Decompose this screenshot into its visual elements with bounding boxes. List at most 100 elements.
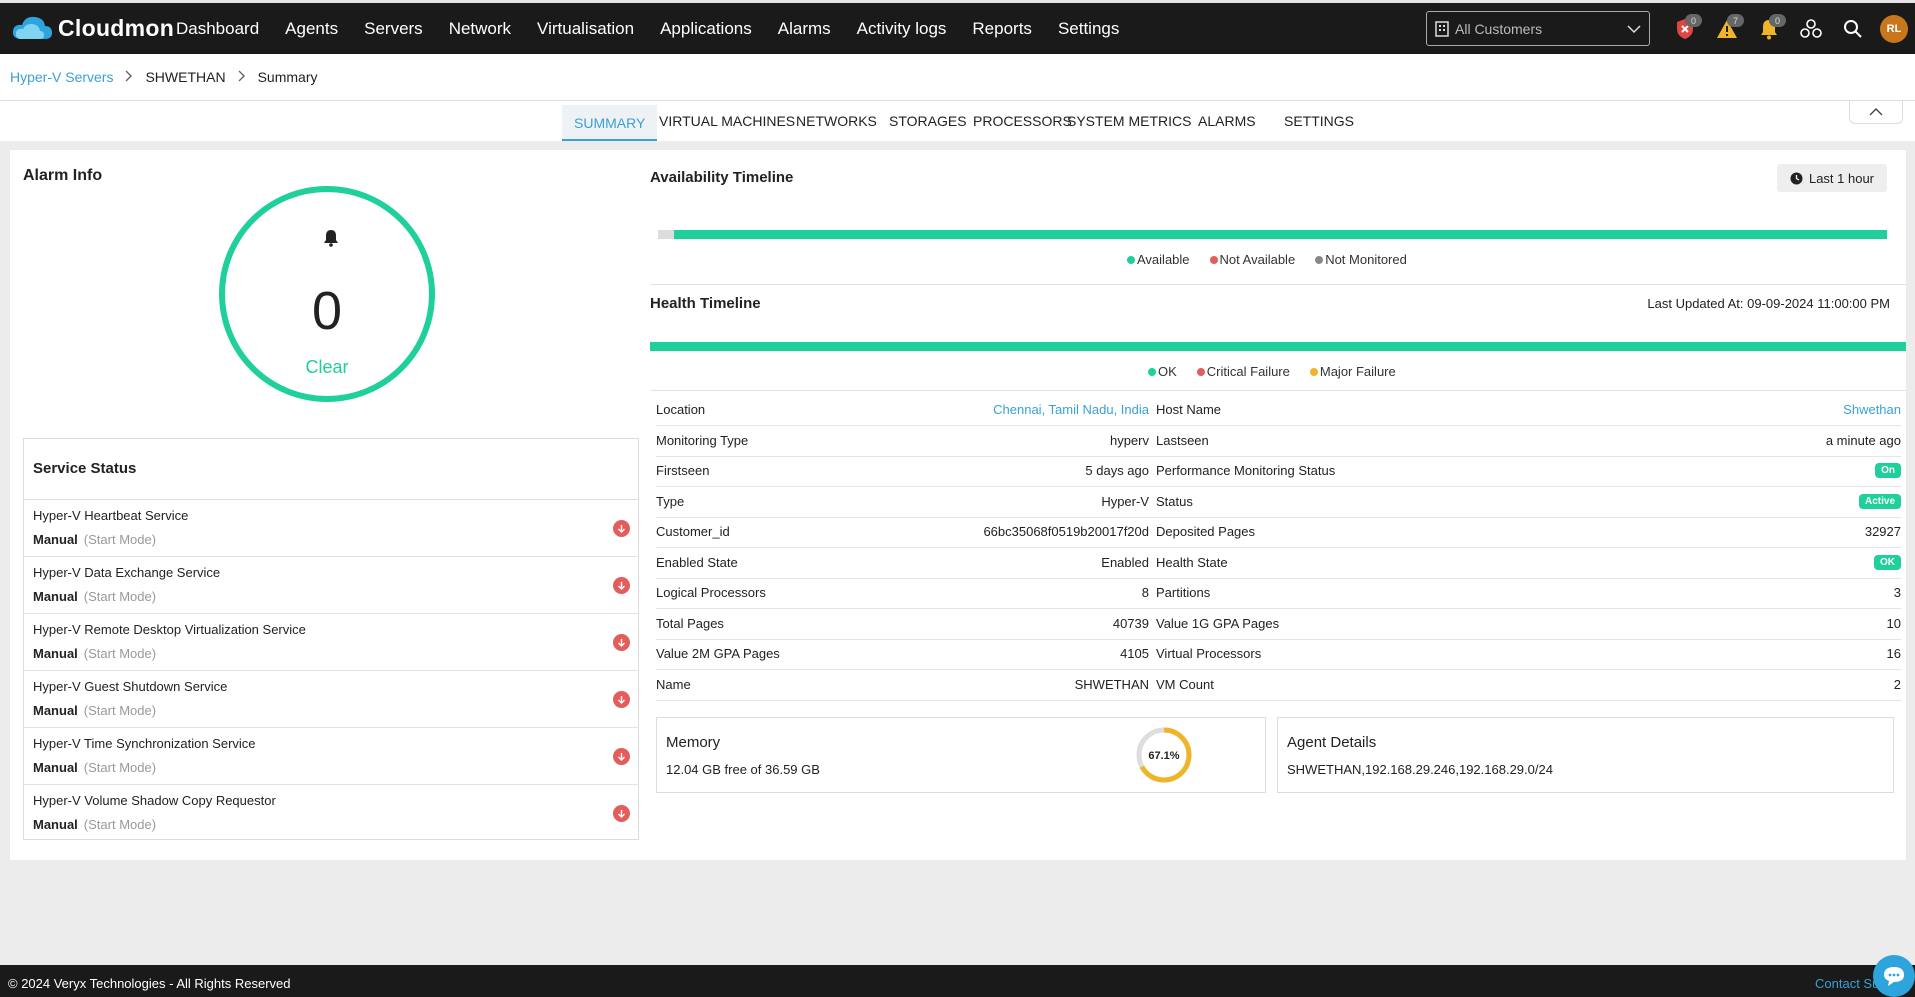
last-updated: Last Updated At: 09-09-2024 11:00:00 PM bbox=[1647, 296, 1890, 311]
service-down-icon bbox=[613, 634, 630, 651]
tab-processors[interactable]: PROCESSORS bbox=[973, 113, 1072, 141]
service-status-title: Service Status bbox=[24, 439, 638, 500]
nav-agents[interactable]: Agents bbox=[285, 19, 338, 39]
detail-key: Value 1G GPA Pages bbox=[1156, 615, 1280, 631]
legend-available: Available bbox=[1127, 252, 1190, 267]
building-icon bbox=[1435, 20, 1449, 37]
integrations-button[interactable] bbox=[1796, 14, 1826, 44]
alarm-ring[interactable]: 0 Clear bbox=[219, 186, 435, 402]
service-name: Hyper-V Heartbeat Service bbox=[33, 508, 189, 523]
top-navbar: Cloudmon Dashboard Agents Servers Networ… bbox=[0, 0, 1915, 54]
notifications-button[interactable]: 0 bbox=[1754, 14, 1786, 44]
nav-settings[interactable]: Settings bbox=[1058, 19, 1119, 39]
service-down-icon bbox=[613, 748, 630, 765]
memory-title: Memory bbox=[666, 734, 721, 751]
detail-value: 10 bbox=[1886, 615, 1901, 631]
service-mode: Manual (Start Mode) bbox=[33, 760, 157, 775]
nav-activity-logs[interactable]: Activity logs bbox=[857, 19, 947, 39]
memory-gauge: 67.1% bbox=[1136, 727, 1192, 783]
nav-applications[interactable]: Applications bbox=[660, 19, 752, 39]
time-range-button[interactable]: Last 1 hour bbox=[1777, 164, 1887, 192]
agent-info: SHWETHAN,192.168.29.246,192.168.29.0/24 bbox=[1287, 762, 1553, 777]
breadcrumb-server[interactable]: SHWETHAN bbox=[145, 69, 225, 85]
tab-bar: SUMMARY VIRTUAL MACHINES NETWORKS STORAG… bbox=[0, 101, 1915, 141]
breadcrumb-hyperv-servers[interactable]: Hyper-V Servers bbox=[10, 69, 113, 85]
chevron-down-icon bbox=[1627, 24, 1641, 33]
detail-key: Value 2M GPA Pages bbox=[656, 646, 780, 661]
detail-key: Customer_id bbox=[656, 524, 730, 539]
brand-logo[interactable]: Cloudmon bbox=[10, 13, 174, 43]
service-mode: Manual (Start Mode) bbox=[33, 817, 157, 832]
nav-alarms[interactable]: Alarms bbox=[778, 19, 831, 39]
bell-icon bbox=[324, 230, 338, 247]
nav-servers[interactable]: Servers bbox=[364, 19, 423, 39]
user-avatar[interactable]: RL bbox=[1880, 15, 1908, 43]
nav-virtualisation[interactable]: Virtualisation bbox=[537, 19, 634, 39]
customer-select[interactable]: All Customers bbox=[1426, 11, 1650, 46]
warning-alert-button[interactable]: 7 bbox=[1712, 14, 1744, 44]
tab-system-metrics[interactable]: SYSTEM METRICS bbox=[1067, 113, 1191, 141]
detail-key: Performance Monitoring Status bbox=[1156, 463, 1336, 478]
service-down-icon bbox=[613, 577, 630, 594]
legend-not-monitored: Not Monitored bbox=[1315, 252, 1407, 267]
table-row: Customer_id 66bc35068f0519b20017f20d Depos… bbox=[656, 517, 1901, 548]
list-item: Hyper-V Remote Desktop Virtualization Se… bbox=[24, 614, 638, 671]
brand-name: Cloudmon bbox=[58, 14, 175, 41]
service-mode: Manual (Start Mode) bbox=[33, 532, 157, 547]
search-icon bbox=[1844, 20, 1862, 38]
table-row: Value 2M GPA Pages 4105 Virtual Processors… bbox=[656, 639, 1901, 670]
health-legend-items: OK Critical Failure Major Failure bbox=[1148, 364, 1416, 379]
warning-badge: 7 bbox=[1727, 14, 1744, 27]
list-item: Hyper-V Guest Shutdown Service Manual (St… bbox=[24, 671, 638, 728]
divider bbox=[650, 390, 1906, 391]
chevron-up-icon bbox=[1869, 108, 1883, 116]
health-timeline[interactable] bbox=[650, 342, 1906, 351]
nav-dashboard[interactable]: Dashboard bbox=[176, 19, 259, 39]
collapse-header-button[interactable] bbox=[1849, 101, 1903, 124]
detail-key: Partitions bbox=[1156, 585, 1211, 600]
nav-network[interactable]: Network bbox=[449, 19, 511, 39]
table-row: Enabled State Enabled Health State OK bbox=[656, 548, 1901, 579]
detail-key: Lastseen bbox=[1156, 432, 1209, 448]
detail-value[interactable]: Chennai, Tamil Nadu, India bbox=[993, 402, 1149, 417]
detail-value: Hyper-V bbox=[1101, 493, 1149, 509]
security-alert-button[interactable]: 0 bbox=[1670, 14, 1702, 44]
availability-timeline[interactable] bbox=[658, 230, 1887, 239]
table-row: Total Pages 40739 Value 1G GPA Pages 10 bbox=[656, 609, 1901, 640]
memory-usage: 12.04 GB free of 36.59 GB bbox=[666, 762, 820, 777]
service-down-icon bbox=[613, 691, 630, 708]
tab-alarms[interactable]: ALARMS bbox=[1198, 113, 1256, 141]
detail-key: Status bbox=[1156, 493, 1193, 509]
notification-badge: 0 bbox=[1769, 14, 1786, 27]
detail-value: Enabled bbox=[1101, 554, 1149, 570]
tab-networks[interactable]: NETWORKS bbox=[796, 113, 877, 141]
tab-settings[interactable]: SETTINGS bbox=[1284, 113, 1354, 141]
tab-virtual-machines[interactable]: VIRTUAL MACHINES bbox=[659, 113, 795, 141]
tab-summary[interactable]: SUMMARY bbox=[562, 105, 658, 141]
security-badge: 0 bbox=[1685, 14, 1702, 27]
chat-button[interactable] bbox=[1873, 955, 1915, 997]
detail-key: Logical Processors bbox=[656, 585, 766, 600]
alarm-state: Clear bbox=[305, 357, 349, 377]
network-nodes-icon bbox=[1800, 19, 1822, 38]
detail-key: Location bbox=[656, 402, 706, 417]
service-down-icon bbox=[613, 805, 630, 822]
status-badge: Active bbox=[1858, 493, 1901, 509]
detail-value: 40739 bbox=[1112, 615, 1149, 631]
detail-value[interactable]: Shwethan bbox=[1843, 402, 1901, 417]
nav-reports[interactable]: Reports bbox=[972, 19, 1032, 39]
detail-key: Virtual Processors bbox=[1156, 646, 1262, 661]
detail-value: 66bc35068f0519b20017f20d bbox=[983, 524, 1149, 539]
main-nav: Dashboard Agents Servers Network Virtual… bbox=[176, 3, 1145, 54]
search-button[interactable] bbox=[1838, 14, 1868, 44]
detail-value: 3 bbox=[1893, 585, 1901, 600]
divider bbox=[650, 284, 1906, 285]
tab-storages[interactable]: STORAGES bbox=[889, 113, 967, 141]
service-name: Hyper-V Data Exchange Service bbox=[33, 565, 221, 580]
service-name: Hyper-V Guest Shutdown Service bbox=[33, 679, 228, 694]
detail-key: Name bbox=[656, 676, 691, 692]
legend-not-available: Not Available bbox=[1209, 252, 1295, 267]
table-row: Type Hyper-V Status Active bbox=[656, 487, 1901, 518]
footer: © 2024 Veryx Technologies - All Rights R… bbox=[0, 965, 1915, 997]
detail-key: Deposited Pages bbox=[1156, 524, 1256, 539]
